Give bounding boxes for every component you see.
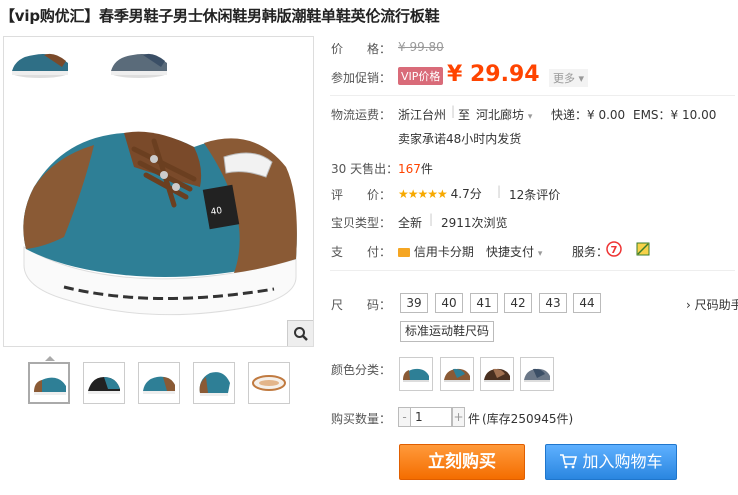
quantity-input[interactable]: 1 xyxy=(411,407,452,427)
rating-separator: | xyxy=(497,184,502,198)
ship-from: 浙江台州 xyxy=(398,108,447,122)
express-fee: 快递：¥ 0.00 xyxy=(551,108,626,122)
type-separator: | xyxy=(429,212,434,226)
svg-text:7: 7 xyxy=(611,245,618,256)
ship-separator: | xyxy=(451,104,456,118)
service-label: 服务： xyxy=(572,245,609,259)
ship-to-text: 河北廊坊 xyxy=(476,108,525,122)
thumbnail-2[interactable] xyxy=(83,362,125,404)
standard-size-button[interactable]: 标准运动鞋尺码 xyxy=(400,321,495,342)
color-option-dark-brown[interactable] xyxy=(480,357,514,391)
size-option-42[interactable]: 42 xyxy=(504,293,532,313)
chevron-down-icon: ▾ xyxy=(527,112,533,122)
color-option-blue-brown[interactable] xyxy=(399,357,433,391)
rating-label: 评 价： xyxy=(331,188,392,202)
more-promos-button[interactable]: 更多 ▾ xyxy=(549,69,589,87)
color-preview-shoe-grey xyxy=(111,53,167,78)
color-preview-shoe-brown xyxy=(12,53,68,78)
size-option-41[interactable]: 41 xyxy=(470,293,498,313)
thumbnail-strip xyxy=(28,356,298,408)
seven-day-return-icon[interactable]: 7 xyxy=(606,241,622,260)
color-option-brown[interactable] xyxy=(440,357,474,391)
shipping-label: 物流运费： xyxy=(331,108,392,122)
thumbnail-4[interactable] xyxy=(193,362,235,404)
size-guide-link[interactable]: › 尺码助手 xyxy=(686,296,738,313)
main-shoe: 40 xyxy=(23,131,297,316)
product-title: 【vip购优汇】春季男鞋子男士休闲鞋男韩版潮鞋单鞋英伦流行板鞋 xyxy=(0,7,440,25)
sales-count: 167 xyxy=(398,162,421,176)
original-price: ¥ 99.80 xyxy=(398,40,444,54)
buy-now-button[interactable]: 立刻购买 xyxy=(399,444,525,480)
price-label: 价 格： xyxy=(331,42,392,56)
sales-label: 30 天售出： xyxy=(331,162,399,176)
info-divider xyxy=(330,270,735,271)
shoe-illustration: 40 xyxy=(12,53,297,316)
thumbnail-3[interactable] xyxy=(138,362,180,404)
view-count: 2911次浏览 xyxy=(441,216,508,230)
cart-icon xyxy=(560,454,578,469)
rating-stars: ★★★★★ xyxy=(398,187,448,201)
delivery-promise: 卖家承诺48小时内发货 xyxy=(398,132,522,146)
main-product-image[interactable]: 40 xyxy=(3,36,314,347)
active-thumb-indicator xyxy=(45,356,55,361)
size-option-43[interactable]: 43 xyxy=(539,293,567,313)
sales-unit: 件 xyxy=(420,162,433,176)
sales-count-group: 167件 xyxy=(398,160,433,177)
rating-score: 4.7分 xyxy=(450,187,482,201)
price-divider xyxy=(330,95,735,96)
ems-fee: EMS：¥ 10.00 xyxy=(633,108,717,122)
rating-group: ★★★★★ 4.7分 xyxy=(398,185,482,202)
promo-price: ¥ 29.94 xyxy=(447,62,540,87)
credit-installment[interactable]: 信用卡分期 xyxy=(398,243,474,260)
add-to-cart-button[interactable]: 加入购物车 xyxy=(545,444,677,480)
ship-to-location[interactable]: 河北廊坊 ▾ xyxy=(476,106,532,123)
thumbnail-5[interactable] xyxy=(248,362,290,404)
quantity-increment-button[interactable]: + xyxy=(452,407,465,427)
vip-price-tag: VIP价格 xyxy=(398,67,444,85)
ship-to-prefix: 至 xyxy=(458,108,471,122)
size-option-39[interactable]: 39 xyxy=(400,293,428,313)
quantity-decrement-button[interactable]: - xyxy=(398,407,411,427)
zoom-button[interactable] xyxy=(287,320,313,346)
chevron-down-icon: ▾ xyxy=(537,249,543,259)
quantity-label: 购买数量： xyxy=(331,412,392,426)
payment-label: 支 付： xyxy=(331,245,392,259)
thumbnail-1[interactable] xyxy=(28,362,70,404)
color-label: 颜色分类： xyxy=(331,363,392,377)
item-condition: 全新 xyxy=(398,216,423,230)
card-installment-text: 信用卡分期 xyxy=(413,245,474,259)
size-option-40[interactable]: 40 xyxy=(435,293,463,313)
size-label: 尺 码： xyxy=(331,298,392,312)
svg-text:40: 40 xyxy=(210,206,223,218)
quick-pay-text: 快捷支付 xyxy=(486,245,535,259)
add-to-cart-label: 加入购物车 xyxy=(582,452,663,471)
color-option-grey[interactable] xyxy=(520,357,554,391)
magnifier-icon xyxy=(293,326,308,341)
stock-count: (库存250945件) xyxy=(482,412,574,426)
type-label: 宝贝类型： xyxy=(331,216,392,230)
review-count-link[interactable]: 12条评价 xyxy=(509,186,560,203)
size-option-44[interactable]: 44 xyxy=(573,293,601,313)
quantity-unit: 件 xyxy=(468,412,481,426)
card-icon xyxy=(398,248,410,257)
guarantee-icon[interactable] xyxy=(636,242,650,259)
quick-pay[interactable]: 快捷支付 ▾ xyxy=(486,243,542,260)
promo-label: 参加促销： xyxy=(331,71,392,85)
